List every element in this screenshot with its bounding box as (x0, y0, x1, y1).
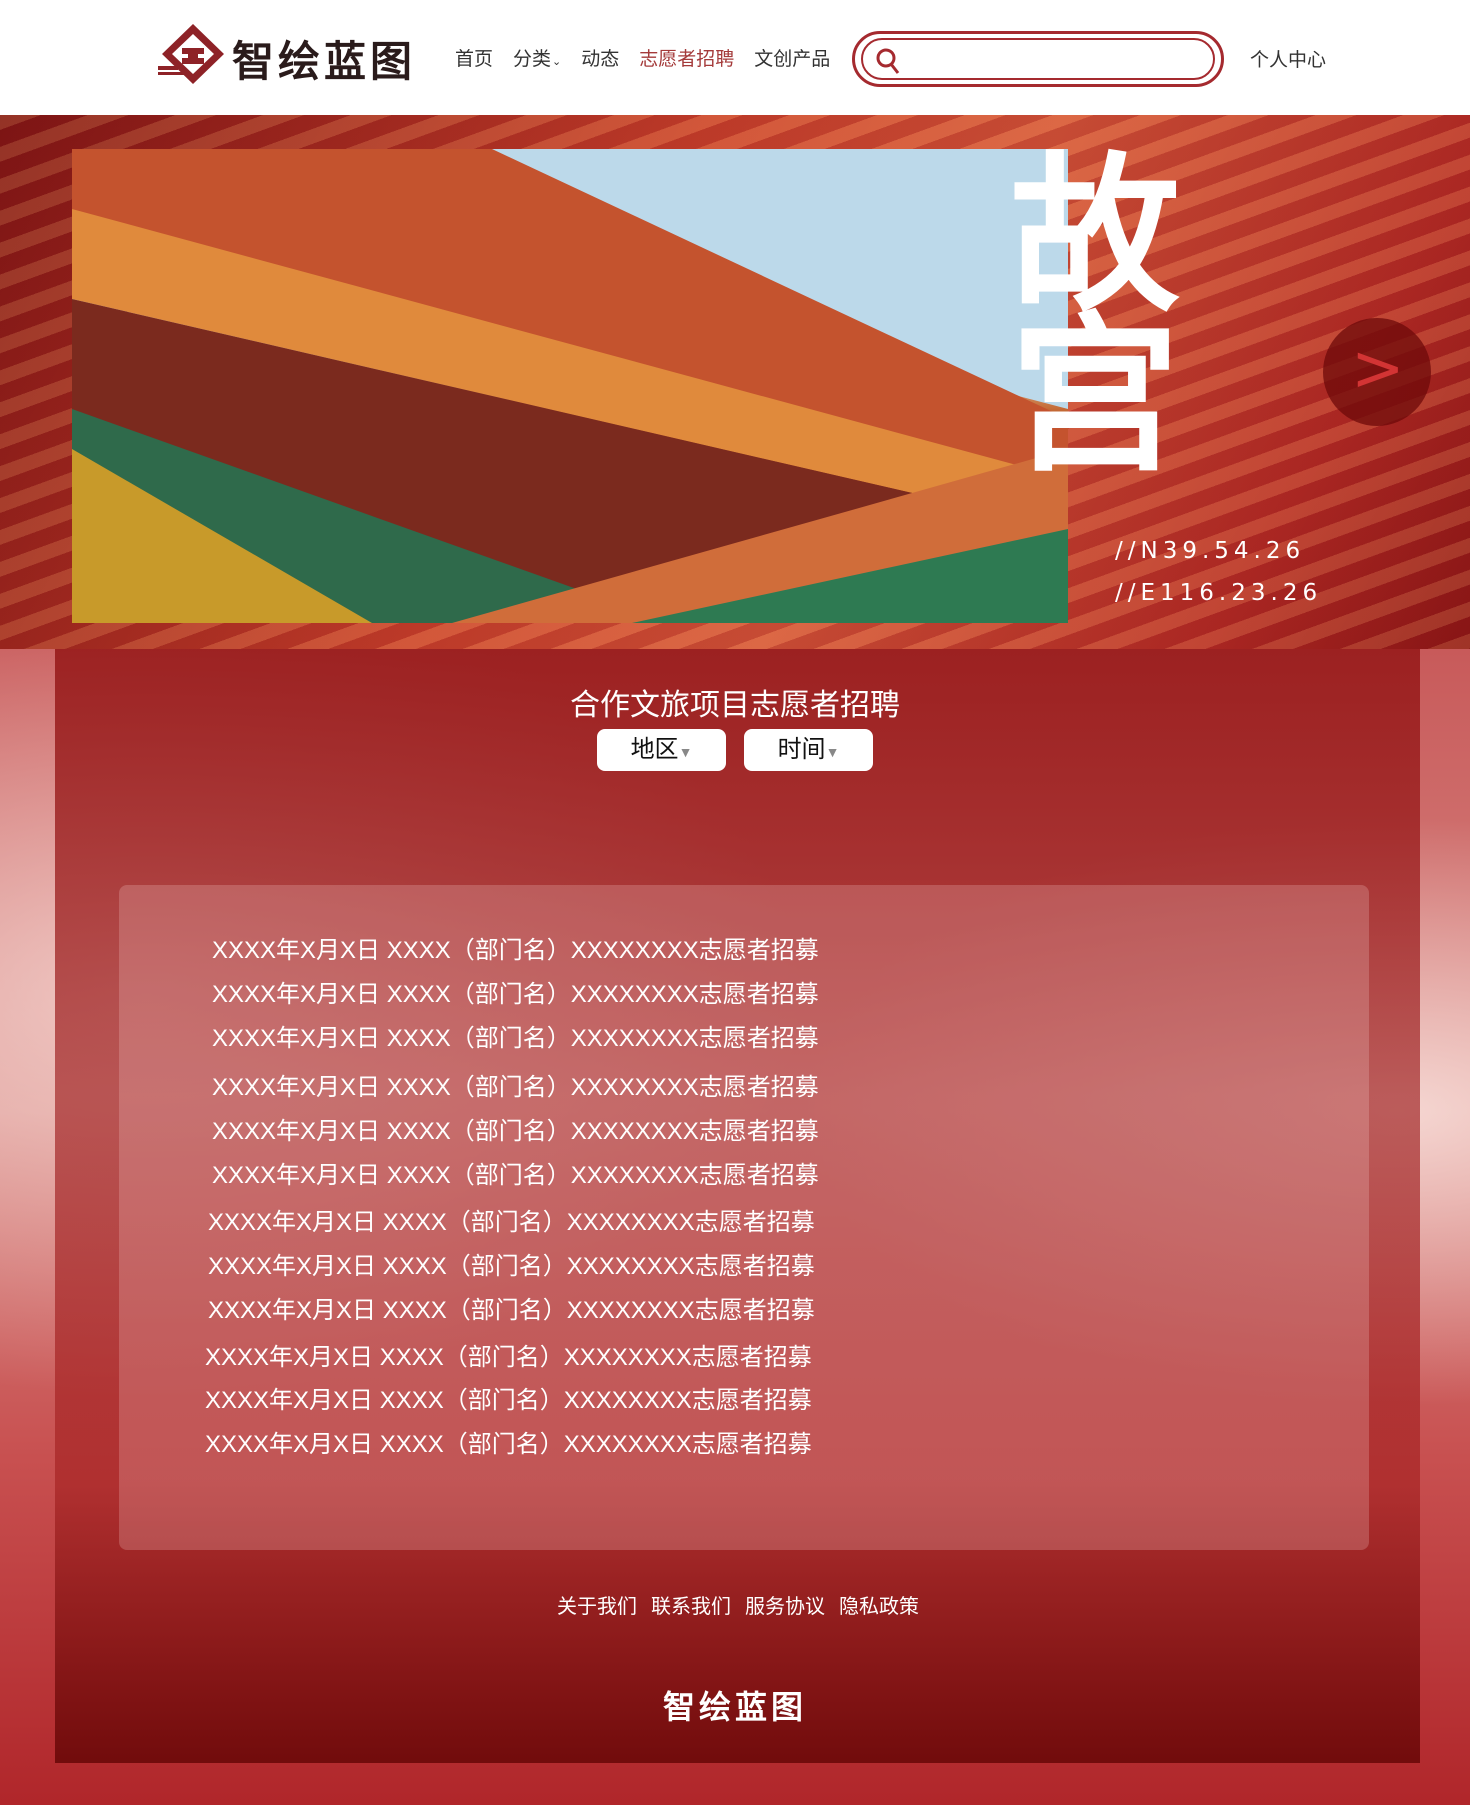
nav-news[interactable]: 动态 (581, 44, 619, 71)
top-header: 智绘蓝图 首页 分类⌄ 动态 志愿者招聘 文创产品 个人中心 (0, 0, 1470, 115)
nav-category[interactable]: 分类⌄ (513, 44, 561, 71)
brand-name: 智绘蓝图 (232, 37, 417, 86)
list-item[interactable]: XXXX年X月X日 XXXX（部门名）XXXXXXXX志愿者招募 (212, 1155, 819, 1190)
list-item[interactable]: XXXX年X月X日 XXXX（部门名）XXXXXXXX志愿者招募 (208, 1246, 815, 1281)
list-item[interactable]: XXXX年X月X日 XXXX（部门名）XXXXXXXX志愿者招募 (212, 974, 819, 1009)
footer-brand: 智绘蓝图 (662, 1688, 807, 1726)
footer-link-about[interactable]: 关于我们 (557, 1590, 637, 1619)
list-item[interactable]: XXXX年X月X日 XXXX（部门名）XXXXXXXX志愿者招募 (212, 1018, 819, 1053)
chevron-right-icon: > (1351, 332, 1405, 406)
caret-down-icon: ▼ (825, 744, 840, 760)
time-filter-label: 时间 (777, 736, 826, 763)
footer-links: 关于我们 联系我们 服务协议 隐私政策 (557, 1590, 933, 1619)
coordinate-east: //E116.23.26 (1115, 580, 1323, 606)
list-item[interactable]: XXXX年X月X日 XXXX（部门名）XXXXXXXX志愿者招募 (205, 1337, 812, 1372)
nav-volunteer-recruitment[interactable]: 志愿者招聘 (639, 44, 734, 71)
search-input[interactable] (909, 45, 1183, 77)
footer-link-contact[interactable]: 联系我们 (651, 1590, 731, 1619)
list-item[interactable]: XXXX年X月X日 XXXX（部门名）XXXXXXXX志愿者招募 (205, 1424, 812, 1459)
nav-creative-products[interactable]: 文创产品 (754, 44, 830, 71)
list-item[interactable]: XXXX年X月X日 XXXX（部门名）XXXXXXXX志愿者招募 (212, 1111, 819, 1146)
coordinate-north: //N39.54.26 (1115, 538, 1306, 564)
footer-link-terms[interactable]: 服务协议 (745, 1590, 825, 1619)
search-icon[interactable] (875, 47, 901, 75)
list-item[interactable]: XXXX年X月X日 XXXX（部门名）XXXXXXXX志愿者招募 (205, 1380, 812, 1415)
banner-title: 故宫 (980, 145, 1180, 465)
brand-logo[interactable]: 智绘蓝图 (158, 22, 418, 86)
list-item[interactable]: XXXX年X月X日 XXXX（部门名）XXXXXXXX志愿者招募 (212, 930, 819, 965)
region-filter-label: 地区 (630, 736, 679, 763)
chevron-down-icon: ⌄ (552, 56, 562, 68)
list-item[interactable]: XXXX年X月X日 XXXX（部门名）XXXXXXXX志愿者招募 (208, 1290, 815, 1325)
caret-down-icon: ▼ (678, 744, 693, 760)
banner-next-button[interactable]: > (1323, 318, 1431, 426)
list-item[interactable]: XXXX年X月X日 XXXX（部门名）XXXXXXXX志愿者招募 (208, 1202, 815, 1237)
forbidden-city-photo (72, 149, 1068, 623)
hero-banner: 故宫 //N39.54.26 //E116.23.26 > (0, 115, 1470, 649)
search-inner-border (861, 38, 1215, 80)
list-item[interactable]: XXXX年X月X日 XXXX（部门名）XXXXXXXX志愿者招募 (212, 1067, 819, 1102)
nav-home[interactable]: 首页 (455, 44, 493, 71)
user-center-link[interactable]: 个人中心 (1250, 45, 1326, 72)
time-filter[interactable]: 时间▼ (744, 729, 873, 771)
nav-category-label: 分类 (513, 49, 552, 70)
main-nav: 首页 分类⌄ 动态 志愿者招聘 文创产品 (455, 44, 850, 71)
region-filter[interactable]: 地区▼ (597, 729, 726, 771)
logo-mark-icon (158, 24, 224, 84)
section-title: 合作文旅项目志愿者招聘 (570, 689, 900, 722)
footer-link-privacy[interactable]: 隐私政策 (839, 1590, 919, 1619)
banner-coordinates: //N39.54.26 //E116.23.26 (1115, 530, 1322, 614)
search-box[interactable] (852, 31, 1224, 87)
